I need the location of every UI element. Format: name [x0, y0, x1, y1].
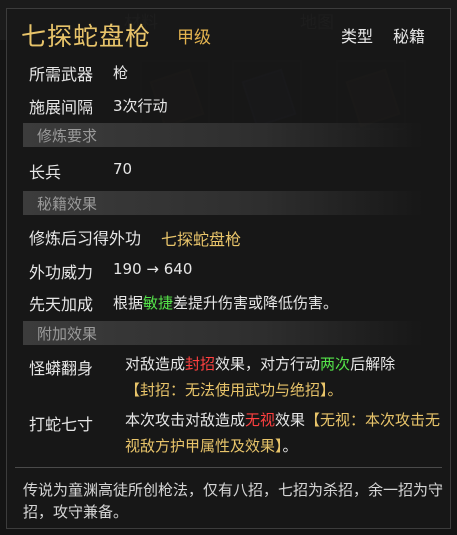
weapon-value: 枪	[113, 64, 129, 82]
section-effect: 秘籍效果	[23, 191, 423, 215]
interval-value: 3次行动	[113, 97, 168, 115]
item-grade: 甲级	[177, 28, 211, 48]
skill1-part: 后解除	[350, 355, 396, 373]
interval-label: 施展间隔	[29, 98, 94, 117]
learn-label: 修炼后习得外功	[29, 229, 142, 248]
power-label: 外功威力	[29, 263, 94, 282]
section-requirement: 修炼要求	[23, 123, 423, 147]
innate-label: 先天加成	[29, 295, 94, 314]
section-title: 附加效果	[37, 325, 98, 343]
requirement-value: 70	[113, 160, 133, 178]
innate-post: 差提升伤害或降低伤害。	[173, 294, 339, 312]
innate-pre: 根据	[113, 294, 144, 312]
skill2-text: 本次攻击对敌造成无视效果【无视：本次攻击无视敌方护甲属性及效果】。	[125, 407, 447, 459]
skill1-part: 对敌造成	[125, 355, 186, 373]
section-title: 修炼要求	[37, 127, 98, 145]
item-description: 传说为童渊高徒所创枪法，仅有八招，七招为杀招，余一招为守招，攻守兼备。	[23, 481, 444, 521]
skill2-highlight-ignore: 无视	[245, 411, 276, 429]
innate-text: 根据敏捷差提升伤害或降低伤害。	[113, 292, 338, 313]
type-label: 类型	[341, 27, 374, 46]
skill1-note: 【封招：无法使用武功与绝招】。	[125, 381, 343, 399]
requirement-label: 长兵	[29, 163, 62, 182]
skill2-name: 打蛇七寸	[29, 415, 94, 434]
skill1-highlight-seal: 封招	[185, 355, 216, 373]
type-value: 秘籍	[393, 27, 426, 46]
skill2-part: 。	[282, 437, 298, 455]
skill2-part: 效果	[275, 411, 306, 429]
skill1-highlight-twice: 两次	[320, 355, 351, 373]
skill1-part: 效果，对方行动	[215, 355, 321, 373]
power-value: 190 → 640	[113, 260, 193, 278]
skill1-name: 怪蟒翻身	[29, 359, 94, 378]
section-title: 秘籍效果	[37, 195, 98, 213]
divider	[15, 467, 442, 468]
weapon-label: 所需武器	[29, 65, 94, 84]
section-extra: 附加效果	[23, 321, 423, 345]
skill1-text: 对敌造成封招效果，对方行动两次后解除 【封招：无法使用武功与绝招】。	[125, 351, 447, 403]
item-name: 七探蛇盘枪	[21, 22, 152, 51]
skill2-part: 本次攻击对敌造成	[125, 411, 246, 429]
learn-value: 七探蛇盘枪	[161, 230, 242, 249]
innate-highlight: 敏捷	[143, 294, 174, 312]
item-tooltip: 七探蛇盘枪 甲级 类型 秘籍 所需武器 枪 施展间隔 3次行动 修炼要求 长兵 …	[6, 8, 451, 529]
